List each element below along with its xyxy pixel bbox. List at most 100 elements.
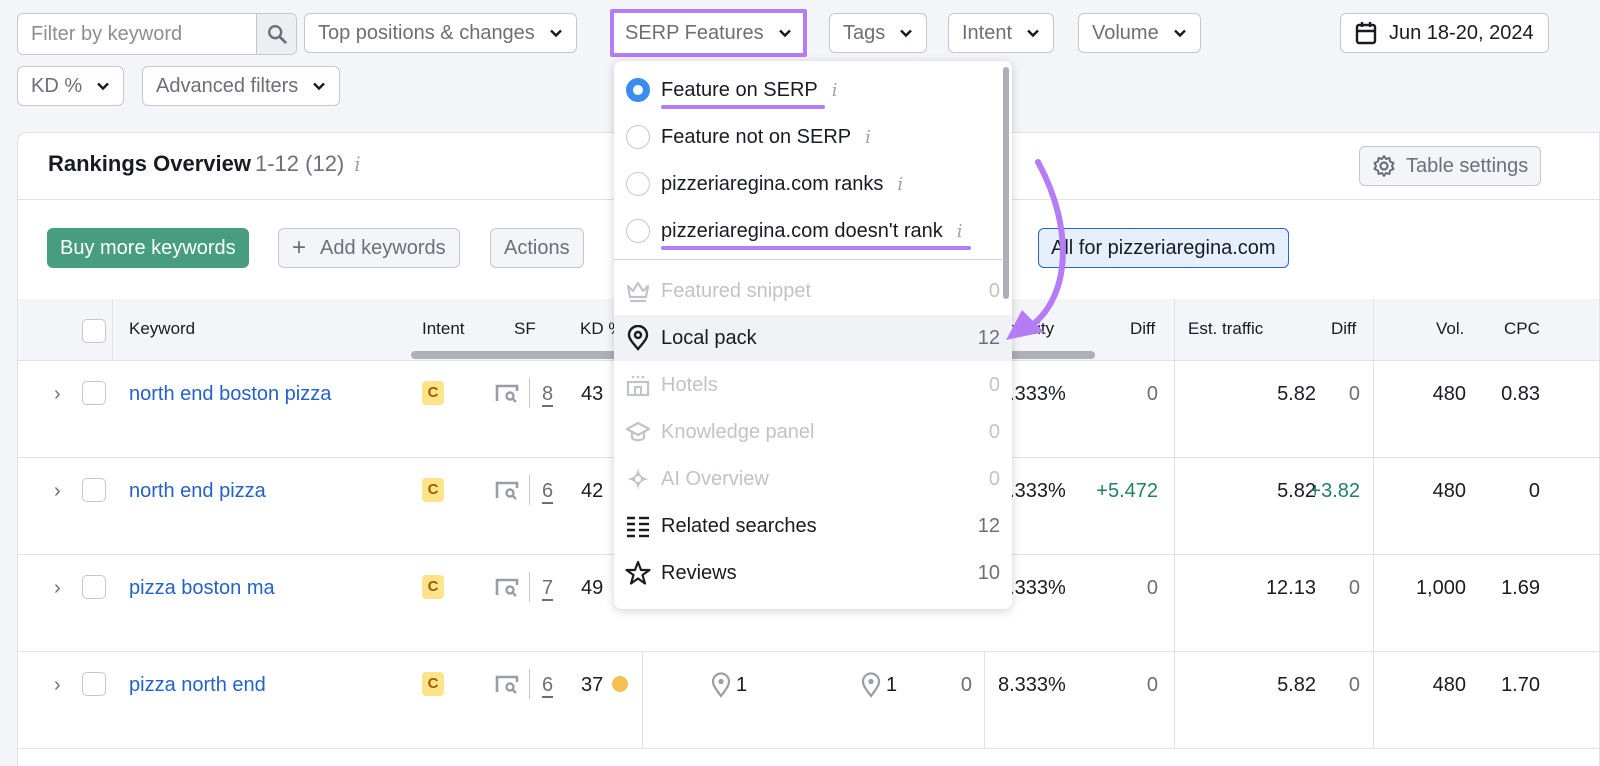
keyword-link[interactable]: north end pizza [129, 480, 266, 503]
date-range-label: Jun 18-20, 2024 [1389, 21, 1534, 44]
volume-value: 480 [1432, 383, 1466, 405]
info-icon[interactable]: i [832, 80, 838, 101]
feature-label: Knowledge panel [661, 420, 815, 443]
column-divider [1373, 652, 1374, 749]
info-icon[interactable]: i [865, 127, 871, 148]
col-cpc[interactable]: CPC [1504, 319, 1540, 339]
feature-reviews[interactable]: Reviews 10 [614, 550, 1002, 596]
volume-value: 480 [1432, 674, 1466, 696]
kd-value: 37 [581, 674, 604, 696]
row-checkbox[interactable] [82, 575, 106, 599]
col-visibility-diff[interactable]: Diff [1130, 319, 1155, 339]
top-positions-label: Top positions & changes [318, 21, 535, 44]
col-sf[interactable]: SF [514, 319, 536, 339]
feature-hotels[interactable]: Hotels 0 [614, 362, 1002, 408]
col-volume[interactable]: Vol. [1436, 319, 1464, 339]
radio[interactable] [626, 219, 650, 243]
position-value: 1 [736, 674, 748, 696]
row-checkbox[interactable] [82, 672, 106, 696]
domain-filter-label: All for pizzeriaregina.com [1051, 236, 1276, 259]
tags-label: Tags [843, 21, 886, 44]
calendar-icon [1355, 22, 1377, 45]
info-icon[interactable]: i [354, 152, 360, 176]
add-keywords-button[interactable]: + Add keywords [278, 228, 460, 268]
select-all-checkbox[interactable] [82, 319, 106, 343]
serp-snapshot-icon[interactable] [495, 577, 519, 597]
column-divider [1174, 361, 1175, 458]
highlight-underline [661, 246, 971, 250]
expand-chevron-icon[interactable]: › [54, 383, 61, 406]
dropdown-scrollbar[interactable] [1003, 67, 1009, 299]
radio[interactable] [626, 172, 650, 196]
keyword-filter-input[interactable] [18, 14, 256, 54]
expand-chevron-icon[interactable]: › [54, 577, 61, 600]
col-est-traffic[interactable]: Est. traffic [1188, 319, 1263, 339]
feature-local-pack[interactable]: Local pack 12 [614, 315, 1012, 361]
traffic-diff: 0 [1348, 674, 1360, 696]
kd-value: 43 [581, 383, 604, 405]
feature-label: Hotels [661, 373, 718, 396]
sf-count[interactable]: 7 [542, 577, 553, 600]
feature-featured-snippet[interactable]: Featured snippet 0 [614, 268, 1002, 314]
row-checkbox[interactable] [82, 381, 106, 405]
sf-count[interactable]: 6 [542, 674, 553, 697]
chevron-down-icon [1173, 29, 1186, 38]
keyword-link[interactable]: north end boston pizza [129, 383, 331, 406]
position-value: 1 [886, 674, 898, 696]
keyword-link[interactable]: pizza boston ma [129, 577, 275, 600]
feature-label: Local pack [661, 326, 757, 349]
title-text: Rankings Overview [48, 151, 251, 176]
col-intent[interactable]: Intent [422, 319, 465, 339]
serp-features-filter[interactable]: SERP Features [610, 9, 807, 57]
info-icon[interactable]: i [957, 221, 963, 242]
serp-snapshot-icon[interactable] [495, 383, 519, 403]
col-keyword[interactable]: Keyword [129, 319, 195, 339]
feature-knowledge-panel[interactable]: Knowledge panel 0 [614, 409, 1002, 455]
sf-count[interactable]: 8 [542, 383, 553, 406]
info-icon[interactable]: i [897, 174, 903, 195]
visibility-diff: 0 [1146, 674, 1158, 696]
volume-filter[interactable]: Volume [1078, 13, 1201, 53]
radio[interactable] [626, 125, 650, 149]
column-divider [112, 299, 113, 361]
domain-filter-tag[interactable]: All for pizzeriaregina.com [1038, 228, 1289, 268]
serp-snapshot-icon[interactable] [495, 674, 519, 694]
date-range-picker[interactable]: Jun 18-20, 2024 [1340, 13, 1549, 53]
sf-count[interactable]: 6 [542, 480, 553, 503]
col-traffic-diff[interactable]: Diff [1331, 319, 1356, 339]
radio-selected[interactable] [626, 78, 650, 102]
option-feature-not-on-serp[interactable]: Feature not on SERP i [614, 114, 1002, 160]
kd-value: 42 [581, 480, 604, 502]
buy-more-keywords-button[interactable]: Buy more keywords [47, 228, 249, 268]
tags-filter[interactable]: Tags [829, 13, 928, 53]
visibility-diff: 0 [1146, 383, 1158, 405]
cpc-value: 0 [1528, 480, 1540, 502]
divider [529, 475, 530, 505]
expand-chevron-icon[interactable]: › [54, 480, 61, 503]
feature-label: Reviews [661, 561, 737, 584]
serp-snapshot-icon[interactable] [495, 480, 519, 500]
cpc-value: 0.83 [1501, 383, 1540, 405]
result-count: 1-12 (12) [254, 151, 345, 176]
table-settings-button[interactable]: Table settings [1359, 146, 1542, 186]
search-button[interactable] [256, 14, 296, 54]
keyword-link[interactable]: pizza north end [129, 674, 266, 697]
kd-filter[interactable]: KD % [17, 66, 125, 106]
serp-features-label: SERP Features [625, 21, 764, 44]
top-positions-filter[interactable]: Top positions & changes [304, 13, 577, 53]
option-domain-ranks[interactable]: pizzeriaregina.com ranks i [614, 161, 1002, 207]
feature-ai-overview[interactable]: AI Overview 0 [614, 456, 1002, 502]
advanced-filters[interactable]: Advanced filters [142, 66, 341, 106]
search-icon [267, 25, 287, 44]
row-checkbox[interactable] [82, 478, 106, 502]
actions-button[interactable]: Actions [490, 228, 584, 268]
intent-badge: C [422, 575, 444, 599]
feature-related-searches[interactable]: Related searches 12 [614, 503, 1002, 549]
expand-chevron-icon[interactable]: › [54, 674, 61, 697]
crown-icon [626, 281, 650, 303]
volume-value: 480 [1432, 480, 1466, 502]
keyword-filter [17, 13, 297, 55]
chevron-down-icon [549, 29, 562, 38]
intent-filter[interactable]: Intent [948, 13, 1055, 53]
column-divider [1174, 299, 1175, 361]
